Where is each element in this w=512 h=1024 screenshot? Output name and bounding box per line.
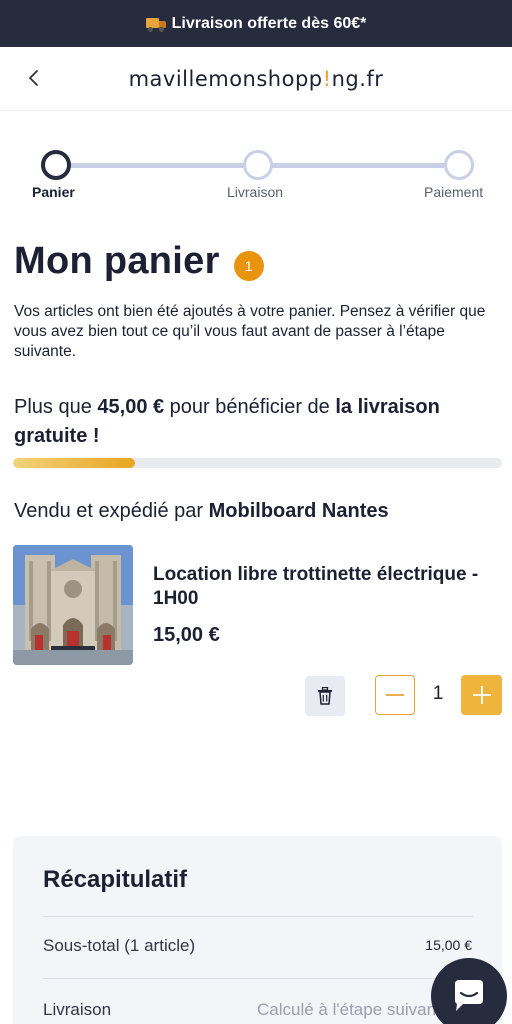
subtotal-value: 15,00 € [425,937,472,953]
product-price: 15,00 € [153,624,220,646]
chat-button[interactable] [431,958,507,1024]
summary-divider [43,916,473,917]
step-circle-panier [41,150,71,180]
plus-icon [472,686,491,704]
free-shipping-progress-fill [13,458,136,468]
product-image[interactable] [13,545,133,665]
free-shipping-progress [13,458,502,468]
product-name[interactable]: Location libre trottinette électrique - … [153,563,483,611]
decrease-quantity-button[interactable] [375,675,415,715]
quantity-value: 1 [432,683,444,704]
step-circle-paiement [444,150,474,180]
chevron-left-icon [29,70,38,86]
delivery-value: Calculé à l'étape suivante [257,1000,451,1019]
stepper-line [272,163,444,168]
remaining-amount: 45,00 € [97,396,165,418]
stepper-line [70,163,244,168]
truck-icon [145,17,166,32]
promo-banner: Livraison offerte dès 60€* [0,0,512,47]
seller-info: Vendu et expédié par Mobilboard Nantes [14,500,389,522]
subtotal-label: Sous-total (1 article) [43,936,196,955]
step-circle-livraison [243,150,273,180]
cathedral-photo [13,545,133,665]
cart-title-row: Mon panier 1 [14,240,264,283]
summary-divider [43,978,473,979]
remove-item-button[interactable] [305,676,345,716]
step-label-panier: Panier [32,184,75,200]
seller-name: Mobilboard Nantes [208,500,389,522]
promo-text: Livraison offerte dès 60€* [171,14,367,32]
cart-count-badge: 1 [233,250,264,281]
summary-title: Récapitulatif [43,866,188,893]
free-shipping-message: Plus que 45,00 € pour bénéficier de la l… [14,396,440,447]
trash-icon [318,687,332,705]
minus-icon [386,694,404,696]
chat-bubble-icon [455,980,483,1011]
step-label-paiement: Paiement [424,184,484,200]
site-logo[interactable]: mavillemonshopp!ng.fr [129,67,384,91]
order-summary: Récapitulatif Sous-total (1 article) 15,… [13,836,502,1024]
back-button[interactable] [24,68,44,88]
cart-intro-text: Vos articles ont bien été ajoutés à votr… [14,303,486,360]
increase-quantity-button[interactable] [461,675,502,715]
header: mavillemonshopp!ng.fr [0,47,512,111]
step-label-livraison: Livraison [227,184,284,200]
delivery-label: Livraison [43,1000,112,1019]
page-title: Mon panier [14,240,220,282]
checkout-stepper: Panier Livraison Paiement [0,148,512,208]
